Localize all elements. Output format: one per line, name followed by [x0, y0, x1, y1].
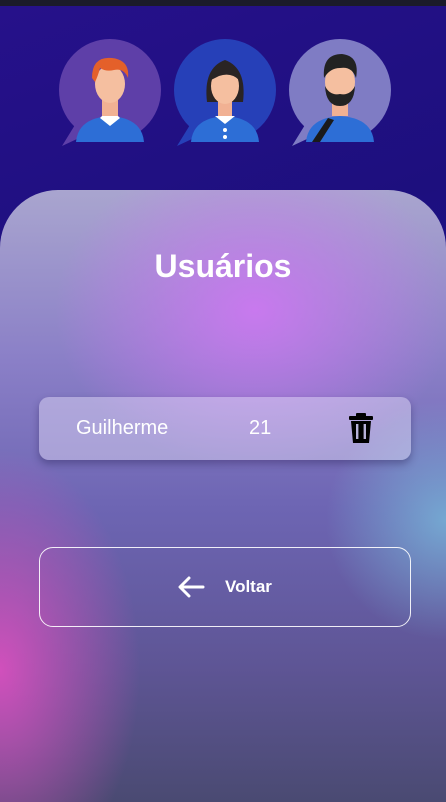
- back-button[interactable]: Voltar: [39, 547, 411, 627]
- female-user-icon: [173, 38, 277, 146]
- bearded-male-user-icon: [288, 38, 392, 146]
- page-title: Usuários: [154, 248, 292, 284]
- trash-icon[interactable]: [348, 412, 374, 444]
- user-list-item[interactable]: Guilherme 21: [39, 397, 411, 460]
- user-age: 21: [249, 417, 272, 439]
- back-button-label: Voltar: [225, 577, 272, 596]
- avatar-group: [0, 38, 446, 148]
- arrow-left-icon: [177, 576, 205, 598]
- user-name: Guilherme: [76, 417, 169, 439]
- male-user-icon: [58, 38, 162, 146]
